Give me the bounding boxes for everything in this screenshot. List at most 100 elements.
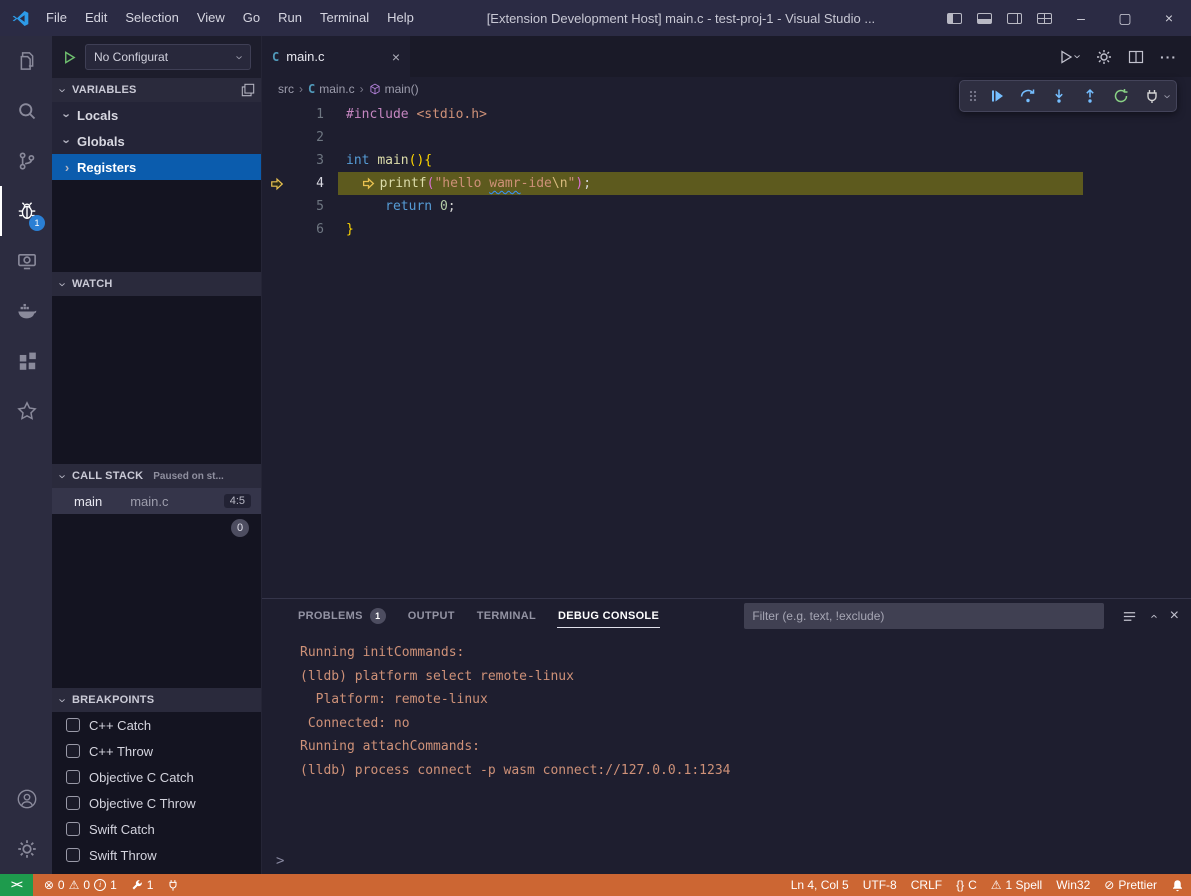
activity-accounts[interactable]	[0, 774, 52, 824]
chevron-down-icon[interactable]: ›	[1161, 94, 1174, 98]
panel-tab-debug-console[interactable]: DEBUG CONSOLE	[547, 599, 670, 633]
console-prompt[interactable]: >	[262, 848, 1191, 874]
debug-config-dropdown[interactable]: No Configurat ›	[85, 44, 251, 70]
code-line-5[interactable]: 5 return 0;	[262, 195, 1191, 218]
breakpoint-row[interactable]: C++ Throw	[52, 738, 261, 764]
breadcrumb-item[interactable]: Cmain.c	[308, 82, 355, 96]
activity-search[interactable]	[0, 86, 52, 136]
call-stack-badge: 0	[231, 519, 249, 537]
checkbox-unchecked[interactable]	[66, 848, 80, 862]
variables-row-registers[interactable]: ›Registers	[52, 154, 261, 180]
debug-status[interactable]	[160, 874, 186, 896]
variables-row-locals[interactable]: ›Locals	[52, 102, 261, 128]
maximize-button[interactable]: ▢	[1103, 0, 1147, 36]
watch-section-header[interactable]: › WATCH	[52, 272, 261, 296]
breakpoint-row[interactable]: Objective C Throw	[52, 790, 261, 816]
close-tab-icon[interactable]: ×	[392, 49, 400, 65]
prettier[interactable]: ⊘Prettier	[1097, 874, 1164, 896]
code-editor[interactable]: 1#include <stdio.h>23int main(){4 printf…	[262, 101, 1191, 598]
activity-settings[interactable]	[0, 824, 52, 874]
checkbox-unchecked[interactable]	[66, 796, 80, 810]
variables-row-globals[interactable]: ›Globals	[52, 128, 261, 154]
activity-source-control[interactable]	[0, 136, 52, 186]
activity-remote-explorer[interactable]	[0, 236, 52, 286]
encoding[interactable]: UTF-8	[856, 874, 904, 896]
continue-button[interactable]	[984, 83, 1011, 109]
panel-tab-problems[interactable]: PROBLEMS1	[287, 599, 397, 633]
call-stack-frame[interactable]: main main.c 4:5	[52, 488, 261, 514]
console-filter-input[interactable]	[744, 603, 1104, 629]
close-button[interactable]: ×	[1147, 0, 1191, 36]
settings-gear-button[interactable]	[1096, 49, 1112, 65]
menu-view[interactable]: View	[188, 0, 234, 36]
problems[interactable]: ⊗0⚠0i1	[37, 874, 124, 896]
code-line-2[interactable]: 2	[262, 126, 1191, 149]
inline-breakpoint-icon[interactable]	[362, 177, 378, 190]
drag-handle-icon[interactable]	[966, 88, 980, 104]
toggle-secondary-sidebar-icon[interactable]	[999, 0, 1029, 36]
checkbox-unchecked[interactable]	[66, 744, 80, 758]
output-actions-icon[interactable]	[1122, 609, 1137, 624]
menu-terminal[interactable]: Terminal	[311, 0, 378, 36]
step-over-button[interactable]	[1015, 83, 1042, 109]
menu-go[interactable]: Go	[234, 0, 269, 36]
checkbox-unchecked[interactable]	[66, 718, 80, 732]
breakpoint-row[interactable]: C++ Catch	[52, 712, 261, 738]
checkbox-unchecked[interactable]	[66, 770, 80, 784]
breakpoint-row[interactable]: Objective C Catch	[52, 764, 261, 790]
breakpoint-row[interactable]: Swift Catch	[52, 816, 261, 842]
collapse-all-icon[interactable]	[241, 83, 255, 97]
menu-edit[interactable]: Edit	[76, 0, 116, 36]
breakpoints-section-header[interactable]: › BREAKPOINTS	[52, 688, 261, 712]
menu-file[interactable]: File	[37, 0, 76, 36]
language-mode[interactable]: {}C	[949, 874, 984, 896]
platform[interactable]: Win32	[1049, 874, 1097, 896]
code-line-3[interactable]: 3int main(){	[262, 149, 1191, 172]
code-line-4[interactable]: 4 printf("hello wamr-ide\n");	[262, 172, 1191, 195]
customize-layout-icon[interactable]	[1029, 0, 1059, 36]
code-line-6[interactable]: 6}	[262, 218, 1191, 241]
menu-selection[interactable]: Selection	[116, 0, 187, 36]
menu-help[interactable]: Help	[378, 0, 423, 36]
variables-section-header[interactable]: › VARIABLES	[52, 78, 261, 102]
minimize-button[interactable]: –	[1059, 0, 1103, 36]
vscode-logo-icon	[12, 10, 29, 27]
twistie-icon: ›	[61, 108, 74, 122]
spell-checker[interactable]: ⚠1 Spell	[984, 874, 1049, 896]
toggle-panel-icon[interactable]	[969, 0, 999, 36]
activity-favorites[interactable]	[0, 386, 52, 436]
close-panel-icon[interactable]: ×	[1170, 608, 1179, 624]
notifications[interactable]	[1164, 874, 1191, 896]
checkbox-unchecked[interactable]	[66, 822, 80, 836]
activity-docker[interactable]	[0, 286, 52, 336]
activity-run-and-debug[interactable]: 1	[0, 186, 52, 236]
bottom-panel: PROBLEMS1OUTPUTTERMINALDEBUG CONSOLE › ×…	[262, 598, 1191, 874]
activity-extensions[interactable]	[0, 336, 52, 386]
panel-tab-terminal[interactable]: TERMINAL	[466, 599, 547, 633]
call-stack-section-header[interactable]: › CALL STACK Paused on st...	[52, 464, 261, 488]
start-debug-icon[interactable]	[62, 50, 77, 65]
split-editor-button[interactable]	[1128, 49, 1144, 65]
step-into-button[interactable]	[1046, 83, 1073, 109]
run-file-button[interactable]: ›	[1058, 49, 1080, 65]
code-token	[346, 172, 362, 195]
step-out-button[interactable]	[1077, 83, 1104, 109]
toggle-sidebar-icon[interactable]	[939, 0, 969, 36]
tools-status[interactable]: 1	[124, 874, 161, 896]
eol[interactable]: CRLF	[904, 874, 949, 896]
remote-indicator[interactable]: ><	[0, 874, 33, 896]
account-icon	[16, 788, 38, 810]
panel-tab-output[interactable]: OUTPUT	[397, 599, 466, 633]
breadcrumb-item[interactable]: src	[278, 82, 294, 96]
more-actions-button[interactable]: ···	[1160, 49, 1177, 65]
restart-button[interactable]	[1108, 83, 1135, 109]
maximize-panel-icon[interactable]: ›	[1147, 614, 1160, 618]
variables-row-label: Registers	[77, 160, 136, 175]
cursor-position[interactable]: Ln 4, Col 5	[784, 874, 856, 896]
menu-run[interactable]: Run	[269, 0, 311, 36]
breakpoint-row[interactable]: Swift Throw	[52, 842, 261, 868]
editor-actions: › ···	[1058, 36, 1191, 77]
tab-main-c[interactable]: C main.c ×	[262, 36, 410, 77]
activity-explorer[interactable]	[0, 36, 52, 86]
breadcrumb-item[interactable]: main()	[369, 82, 419, 96]
